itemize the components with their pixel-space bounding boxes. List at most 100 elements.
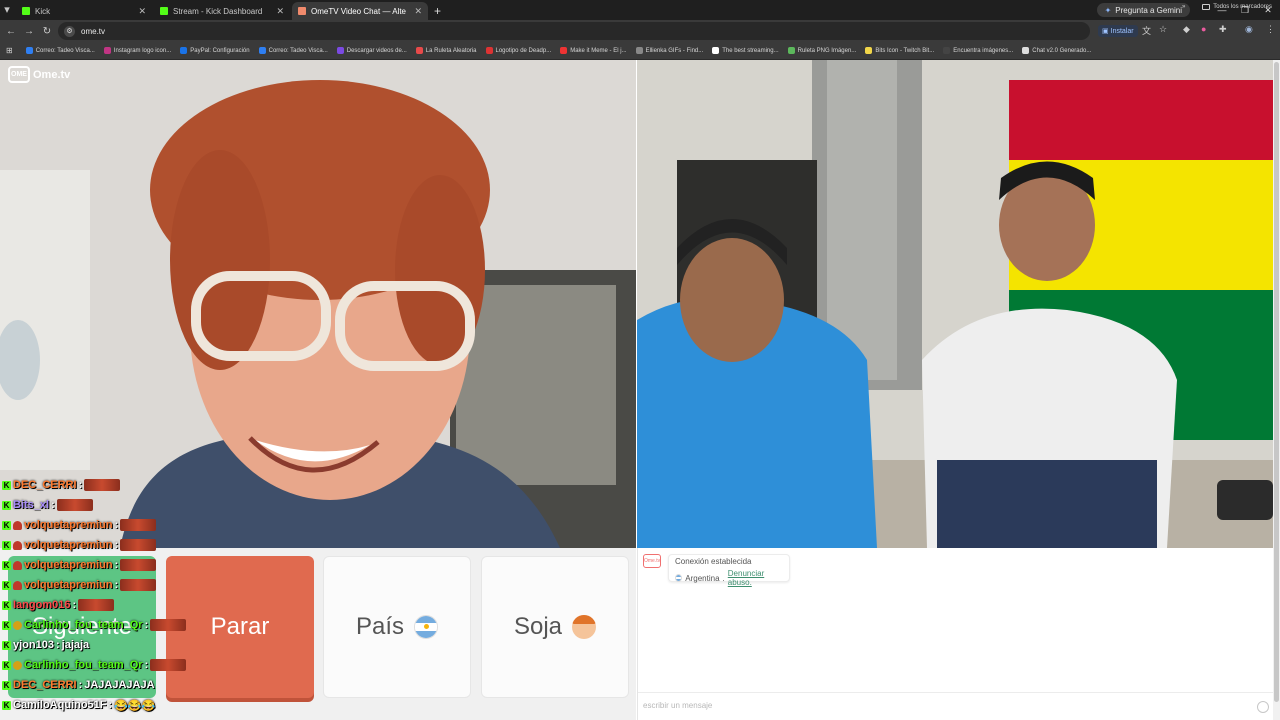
browser-menu-icon[interactable]: ⋮ bbox=[1266, 24, 1275, 35]
subscriber-badge-icon bbox=[13, 540, 22, 550]
message-input[interactable]: escribir un mensaje bbox=[638, 692, 1274, 720]
extension-pink-icon[interactable]: ● bbox=[1201, 24, 1206, 34]
bookmark-item[interactable]: Bits Icon - Twitch Bit... bbox=[865, 47, 934, 54]
bookmark-item[interactable]: Ruleta PNG Imágen... bbox=[787, 47, 857, 54]
emoji-icon[interactable] bbox=[1257, 701, 1269, 713]
chat-username[interactable]: Bits_xl bbox=[13, 499, 49, 511]
chat-emote-icon bbox=[120, 519, 157, 531]
extension-diamond-icon[interactable]: ◆ bbox=[1183, 24, 1190, 35]
tab-close-icon[interactable]: ✕ bbox=[414, 6, 422, 17]
bookmark-label: Correo: Tadeo Visca... bbox=[268, 47, 328, 54]
stop-button[interactable]: Parar bbox=[166, 556, 314, 698]
bookmark-label: Descargar videos de... bbox=[346, 47, 407, 54]
country-filter-button[interactable]: País bbox=[323, 556, 471, 698]
translate-icon[interactable]: 文 bbox=[1142, 24, 1151, 37]
bookmark-favicon-icon bbox=[25, 47, 33, 54]
bookmark-favicon-icon bbox=[336, 47, 344, 54]
chat-message: K CamiloAquino51F : 😂😂😂 bbox=[2, 696, 155, 714]
chat-emote-icon bbox=[84, 479, 121, 491]
bookmark-item[interactable]: Correo: Tadeo Visca... bbox=[25, 47, 95, 54]
tab-close-icon[interactable]: ✕ bbox=[138, 6, 146, 17]
system-message: Conexión establecida Argentina . Denunci… bbox=[668, 554, 790, 587]
chat-separator: : bbox=[78, 479, 83, 491]
back-icon[interactable]: ← bbox=[2, 26, 20, 37]
kick-badge-icon: K bbox=[2, 640, 11, 650]
ometv-page: OME Ome.tv Siguiente Parar País Soja K D… bbox=[0, 60, 1280, 720]
bookmark-item[interactable]: Chat v2.0 Generado... bbox=[1022, 47, 1091, 54]
chat-username[interactable]: Iangom016 bbox=[13, 599, 70, 611]
chat-separator: : bbox=[51, 499, 55, 511]
gemini-icon: ✦ bbox=[1104, 5, 1112, 15]
chat-username[interactable]: volquetapremiun bbox=[24, 559, 113, 571]
bookmark-label: Ruleta PNG Imágen... bbox=[797, 47, 857, 54]
reload-icon[interactable]: ↻ bbox=[38, 26, 56, 37]
bookmark-item[interactable]: Encuentra imágenes... bbox=[943, 47, 1013, 54]
chat-username[interactable]: Carlinho_fou_team_Qr bbox=[24, 659, 143, 671]
page-scrollbar-thumb[interactable] bbox=[1274, 62, 1279, 702]
bookmark-favicon-icon bbox=[1022, 47, 1030, 54]
page-scrollbar[interactable] bbox=[1273, 60, 1280, 720]
install-app-button[interactable]: ▣ Instalar bbox=[1098, 25, 1138, 37]
gemini-button[interactable]: ✦ Pregunta a Gemini bbox=[1096, 3, 1190, 17]
bookmark-item[interactable]: La Ruleta Aleatoria bbox=[415, 47, 477, 54]
browser-toolbar: ← → ↻ ⚙ ome.tv ▣ Instalar 文 ☆ ◆ ● ✚ ◉ ⋮ bbox=[0, 20, 1280, 42]
gender-avatar-icon bbox=[572, 615, 597, 639]
browser-tab[interactable]: Stream - Kick Dashboard ✕ bbox=[154, 2, 290, 20]
tab-close-icon[interactable]: ✕ bbox=[276, 6, 284, 17]
address-bar[interactable]: ⚙ ome.tv bbox=[58, 22, 1090, 40]
report-abuse-link[interactable]: Denunciar abuso. bbox=[728, 569, 783, 587]
new-tab-button[interactable]: + bbox=[434, 2, 441, 20]
chat-emote-icon bbox=[120, 559, 157, 571]
chat-username[interactable]: DEC_CERRI bbox=[13, 679, 77, 691]
bookmark-item[interactable]: Make it Meme - El j... bbox=[560, 47, 627, 54]
all-bookmarks-button[interactable]: » Todos los marcadores bbox=[1182, 4, 1272, 10]
ometv-logo[interactable]: OME Ome.tv bbox=[8, 66, 70, 83]
connection-status: Conexión establecida bbox=[675, 557, 752, 566]
chat-username[interactable]: volquetapremiun bbox=[24, 579, 113, 591]
chat-username[interactable]: volquetapremiun bbox=[24, 539, 113, 551]
bookmark-star-icon[interactable]: ☆ bbox=[1159, 24, 1167, 35]
bookmark-favicon-icon bbox=[103, 47, 111, 54]
kick-badge-icon: K bbox=[2, 620, 11, 630]
chat-separator: : bbox=[55, 639, 60, 651]
site-info-icon[interactable]: ⚙ bbox=[64, 25, 75, 37]
browser-tab[interactable]: Kick ✕ bbox=[16, 2, 152, 20]
close-window-icon[interactable]: ✕ bbox=[1254, 0, 1280, 20]
bookmark-item[interactable]: Instagram logo icon... bbox=[103, 47, 171, 54]
gender-filter-button[interactable]: Soja bbox=[481, 556, 629, 698]
kick-badge-icon: K bbox=[2, 700, 11, 710]
chat-username[interactable]: Carlinho_fou_team_Qr bbox=[24, 619, 143, 631]
subscriber-badge-icon bbox=[13, 560, 22, 570]
bookmark-item[interactable]: Descargar videos de... bbox=[336, 47, 407, 54]
tab-search-icon[interactable]: ▾ bbox=[0, 0, 14, 20]
extensions-puzzle-icon[interactable]: ✚ bbox=[1219, 24, 1227, 35]
tab-favicon-icon bbox=[22, 7, 30, 15]
bookmark-item[interactable]: Correo: Tadeo Visca... bbox=[258, 47, 328, 54]
forward-icon[interactable]: → bbox=[20, 26, 38, 37]
more-bookmarks-icon[interactable]: » bbox=[1182, 4, 1185, 10]
browser-tab[interactable]: OmeTV Video Chat — Alte ✕ bbox=[292, 2, 428, 20]
chat-separator: : bbox=[144, 659, 149, 671]
bookmark-label: Correo: Tadeo Visca... bbox=[35, 47, 95, 54]
apps-grid-icon[interactable]: ⊞ bbox=[6, 46, 13, 55]
chat-username[interactable]: DEC_CERRI bbox=[13, 479, 77, 491]
stranger-video-feed bbox=[637, 60, 1273, 548]
text-chat-panel: Ome.tv Conexión establecida Argentina . … bbox=[637, 548, 1274, 720]
kick-badge-icon: K bbox=[2, 680, 11, 690]
tab-label: OmeTV Video Chat — Alte bbox=[311, 6, 407, 16]
chat-message: K DEC_CERRI : bbox=[2, 476, 121, 494]
chat-username[interactable]: yjon103 bbox=[13, 639, 54, 651]
chat-message: K Carlinho_fou_team_Qr : bbox=[2, 616, 187, 634]
bookmark-item[interactable]: Logotipo de Deadp... bbox=[485, 47, 551, 54]
bookmark-item[interactable]: Ellienka GIFs - Find... bbox=[635, 47, 703, 54]
bookmark-item[interactable]: The best streaming... bbox=[712, 47, 779, 54]
gold-badge-icon bbox=[13, 660, 22, 670]
chat-username[interactable]: CamiloAquino51F bbox=[13, 699, 107, 711]
chat-message: K Carlinho_fou_team_Qr : bbox=[2, 656, 187, 674]
chat-emote-icon bbox=[120, 539, 157, 551]
bookmark-item[interactable]: PayPal: Configuración bbox=[180, 47, 250, 54]
message-input-placeholder: escribir un mensaje bbox=[643, 701, 713, 710]
chat-message: K Iangom016 : bbox=[2, 596, 115, 614]
profile-avatar-icon[interactable]: ◉ bbox=[1245, 24, 1253, 35]
chat-username[interactable]: volquetapremiun bbox=[24, 519, 113, 531]
